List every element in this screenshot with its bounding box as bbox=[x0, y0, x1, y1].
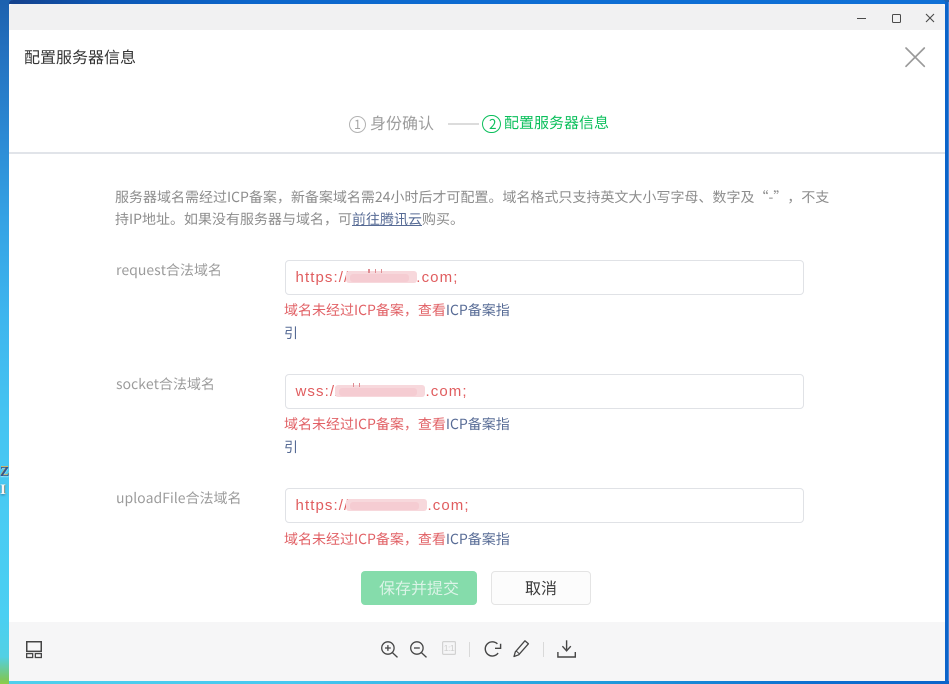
svg-text:1:1: 1:1 bbox=[444, 643, 455, 653]
